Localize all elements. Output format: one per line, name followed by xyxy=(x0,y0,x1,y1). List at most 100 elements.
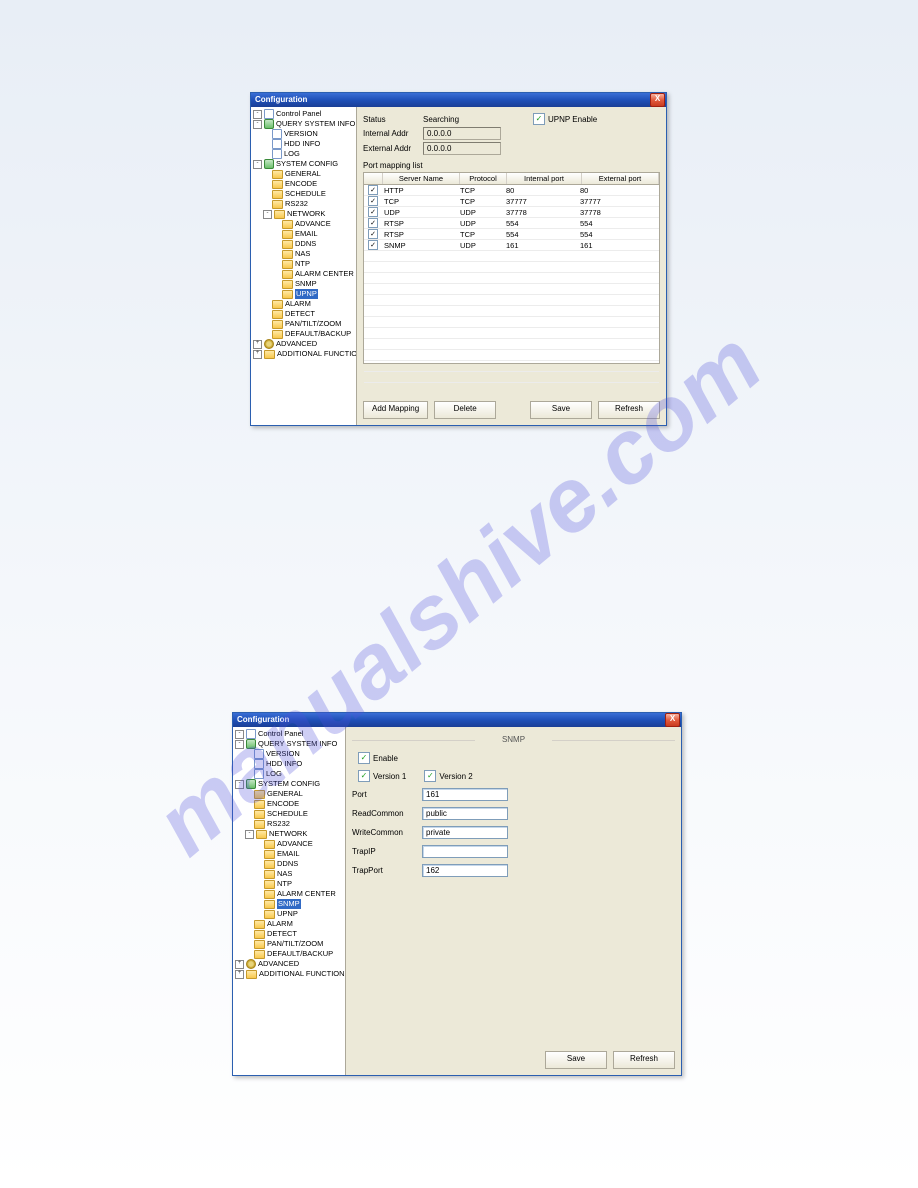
writecommon-input[interactable] xyxy=(422,826,508,839)
tree-item[interactable]: DETECT xyxy=(233,929,345,939)
tree-item[interactable]: -Control Panel xyxy=(251,109,356,119)
col-internal-port[interactable]: Internal port xyxy=(507,173,582,184)
tree-item[interactable]: ADVANCE xyxy=(251,219,356,229)
tree-item[interactable]: +ADDITIONAL FUNCTION xyxy=(251,349,356,359)
table-row[interactable]: RTSPUDP554554 xyxy=(364,218,659,229)
version1-checkbox[interactable] xyxy=(358,770,370,782)
tree-item[interactable]: SCHEDULE xyxy=(233,809,345,819)
window-title: Configuration xyxy=(255,93,307,107)
tree-item[interactable]: PAN/TILT/ZOOM xyxy=(251,319,356,329)
tree-item[interactable]: -NETWORK xyxy=(233,829,345,839)
tree-item[interactable]: VERSION xyxy=(251,129,356,139)
tree-item[interactable]: ALARM xyxy=(233,919,345,929)
tree-item[interactable]: LOG xyxy=(233,769,345,779)
trapport-input[interactable] xyxy=(422,864,508,877)
row-checkbox[interactable] xyxy=(368,240,378,250)
tree-item[interactable]: GENERAL xyxy=(233,789,345,799)
tree-item[interactable]: -NETWORK xyxy=(251,209,356,219)
tree-toggle-icon[interactable]: - xyxy=(263,210,272,219)
row-checkbox[interactable] xyxy=(368,229,378,239)
tree-item[interactable]: ENCODE xyxy=(251,179,356,189)
table-row[interactable]: SNMPUDP161161 xyxy=(364,240,659,251)
col-external-port[interactable]: External port xyxy=(582,173,659,184)
tree-toggle-icon[interactable]: + xyxy=(253,350,262,359)
tree-item[interactable]: DDNS xyxy=(251,239,356,249)
tree-item[interactable]: LOG xyxy=(251,149,356,159)
trapip-input[interactable] xyxy=(422,845,508,858)
tree-item[interactable]: -QUERY SYSTEM INFO xyxy=(233,739,345,749)
tree-item[interactable]: -SYSTEM CONFIG xyxy=(233,779,345,789)
refresh-button[interactable]: Refresh xyxy=(613,1051,675,1069)
close-button[interactable]: X xyxy=(665,713,680,727)
tree-item[interactable]: EMAIL xyxy=(251,229,356,239)
port-input[interactable] xyxy=(422,788,508,801)
tree-item[interactable]: ENCODE xyxy=(233,799,345,809)
tree-toggle-icon[interactable]: + xyxy=(235,970,244,979)
row-checkbox[interactable] xyxy=(368,196,378,206)
row-checkbox[interactable] xyxy=(368,218,378,228)
enable-checkbox[interactable] xyxy=(358,752,370,764)
tree-toggle-icon[interactable]: - xyxy=(253,110,262,119)
readcommon-input[interactable] xyxy=(422,807,508,820)
tree-item[interactable]: UPNP xyxy=(233,909,345,919)
tree-item[interactable]: GENERAL xyxy=(251,169,356,179)
tree-item[interactable]: ALARM xyxy=(251,299,356,309)
tree-toggle-icon[interactable]: - xyxy=(253,160,262,169)
tree-item[interactable]: SCHEDULE xyxy=(251,189,356,199)
tree-item[interactable]: -QUERY SYSTEM INFO xyxy=(251,119,356,129)
table-row[interactable]: TCPTCP3777737777 xyxy=(364,196,659,207)
tree-toggle-icon[interactable]: - xyxy=(245,830,254,839)
tree-item[interactable]: DEFAULT/BACKUP xyxy=(233,949,345,959)
close-button[interactable]: X xyxy=(650,93,665,107)
save-button[interactable]: Save xyxy=(545,1051,607,1069)
table-row[interactable]: HTTPTCP8080 xyxy=(364,185,659,196)
nav-tree[interactable]: -Control Panel-QUERY SYSTEM INFOVERSIONH… xyxy=(233,727,346,1075)
tree-toggle-icon[interactable]: - xyxy=(235,740,244,749)
tree-item[interactable]: VERSION xyxy=(233,749,345,759)
tree-item[interactable]: HDD INFO xyxy=(251,139,356,149)
tree-item[interactable]: +ADVANCED xyxy=(251,339,356,349)
tree-item[interactable]: PAN/TILT/ZOOM xyxy=(233,939,345,949)
tree-toggle-icon[interactable]: - xyxy=(253,120,262,129)
tree-item[interactable]: NTP xyxy=(251,259,356,269)
tree-item[interactable]: RS232 xyxy=(233,819,345,829)
upnp-enable-checkbox[interactable] xyxy=(533,113,545,125)
col-server[interactable]: Server Name xyxy=(383,173,460,184)
tree-item[interactable]: ALARM CENTER xyxy=(233,889,345,899)
tree-item[interactable]: DEFAULT/BACKUP xyxy=(251,329,356,339)
tree-item[interactable]: DDNS xyxy=(233,859,345,869)
tree-item[interactable]: HDD INFO xyxy=(233,759,345,769)
tree-item[interactable]: ADVANCE xyxy=(233,839,345,849)
save-button[interactable]: Save xyxy=(530,401,592,419)
tree-item[interactable]: -SYSTEM CONFIG xyxy=(251,159,356,169)
tree-item[interactable]: UPNP xyxy=(251,289,356,299)
tree-item[interactable]: SNMP xyxy=(251,279,356,289)
nav-tree[interactable]: -Control Panel-QUERY SYSTEM INFOVERSIONH… xyxy=(251,107,357,425)
col-protocol[interactable]: Protocol xyxy=(460,173,507,184)
tree-toggle-icon[interactable]: + xyxy=(235,960,244,969)
version2-checkbox[interactable] xyxy=(424,770,436,782)
tree-item[interactable]: -Control Panel xyxy=(233,729,345,739)
tree-item[interactable]: DETECT xyxy=(251,309,356,319)
table-row[interactable]: UDPUDP3777837778 xyxy=(364,207,659,218)
tree-item[interactable]: +ADVANCED xyxy=(233,959,345,969)
table-row[interactable]: RTSPTCP554554 xyxy=(364,229,659,240)
tree-item[interactable]: +ADDITIONAL FUNCTION xyxy=(233,969,345,979)
tree-item[interactable]: NTP xyxy=(233,879,345,889)
port-mapping-table[interactable]: Server Name Protocol Internal port Exter… xyxy=(363,172,660,364)
tree-toggle-icon[interactable]: - xyxy=(235,730,244,739)
tree-item[interactable]: NAS xyxy=(251,249,356,259)
add-mapping-button[interactable]: Add Mapping xyxy=(363,401,428,419)
refresh-button[interactable]: Refresh xyxy=(598,401,660,419)
delete-button[interactable]: Delete xyxy=(434,401,496,419)
row-checkbox[interactable] xyxy=(368,185,378,195)
tree-item[interactable]: EMAIL xyxy=(233,849,345,859)
tree-item[interactable]: NAS xyxy=(233,869,345,879)
tree-item[interactable]: ALARM CENTER xyxy=(251,269,356,279)
col-check[interactable] xyxy=(364,173,383,184)
tree-item[interactable]: RS232 xyxy=(251,199,356,209)
tree-item[interactable]: SNMP xyxy=(233,899,345,909)
tree-toggle-icon[interactable]: + xyxy=(253,340,262,349)
tree-toggle-icon[interactable]: - xyxy=(235,780,244,789)
row-checkbox[interactable] xyxy=(368,207,378,217)
